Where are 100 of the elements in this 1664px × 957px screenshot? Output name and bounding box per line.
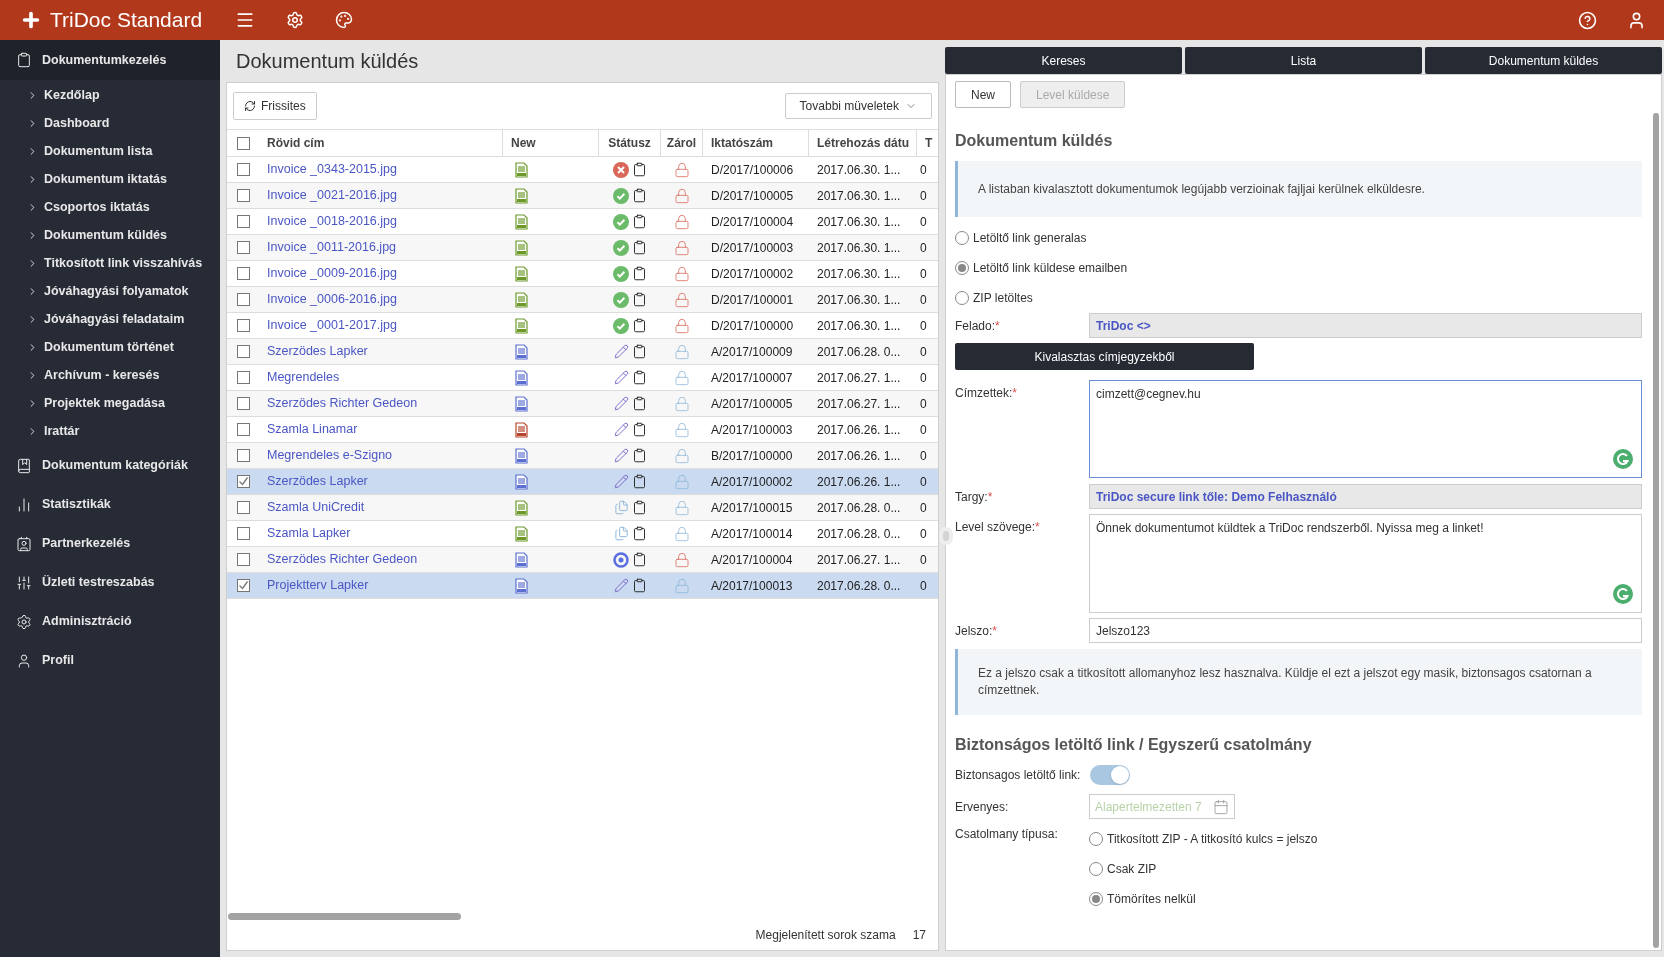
refresh-button[interactable]: Frissites: [233, 92, 317, 120]
document-link[interactable]: Szamla Linamar: [259, 420, 503, 439]
sidebar-item[interactable]: Jóváhagyási folyamatok: [0, 277, 220, 305]
table-row[interactable]: Projektterv Lapker A/2017/100013 2017.06.28. 0... 0: [227, 573, 938, 599]
column-header[interactable]: Létrehozás dátu: [809, 130, 917, 156]
table-row[interactable]: Szamla UniCredit A/2017/100015 2017.06.28. 0... 0: [227, 495, 938, 521]
document-link[interactable]: Szerzödes Lapker: [259, 472, 503, 491]
checkbox[interactable]: [236, 423, 250, 436]
document-link[interactable]: Szamla UniCredit: [259, 498, 503, 517]
document-link[interactable]: Invoice _0009-2016.jpg: [259, 264, 503, 283]
clipboard-icon[interactable]: [631, 500, 647, 515]
horizontal-scrollbar[interactable]: [228, 913, 461, 920]
checkbox[interactable]: [236, 293, 250, 306]
checkbox[interactable]: [236, 475, 250, 488]
tab[interactable]: Lista: [1185, 47, 1422, 74]
tab[interactable]: Dokumentum küldes: [1425, 47, 1662, 74]
radio-button[interactable]: [1089, 862, 1103, 876]
sidebar-section[interactable]: Profil: [0, 641, 220, 680]
sidebar-item[interactable]: Kezdőlap: [0, 81, 220, 109]
column-header[interactable]: T: [917, 130, 938, 156]
checkbox[interactable]: [236, 319, 250, 332]
sidebar-item[interactable]: Projektek megadása: [0, 389, 220, 417]
column-header[interactable]: Rövid cím: [259, 130, 503, 156]
more-actions-dropdown[interactable]: Tovabbi müveletek: [784, 93, 932, 119]
checkbox[interactable]: [236, 136, 250, 150]
table-row[interactable]: Megrendeles e-Szigno B/2017/100000 2017.06.26. 1... 0: [227, 443, 938, 469]
table-row[interactable]: Szerzödes Lapker A/2017/100009 2017.06.28. 0... 0: [227, 339, 938, 365]
sidebar-item[interactable]: Titkosított link visszahívás: [0, 249, 220, 277]
clipboard-icon[interactable]: [631, 344, 647, 359]
sidebar-item[interactable]: Dokumentum küldés: [0, 221, 220, 249]
grammar-check-icon[interactable]: [1613, 584, 1633, 604]
document-link[interactable]: Szerzödes Richter Gedeon: [259, 550, 503, 569]
help-icon[interactable]: [1578, 10, 1597, 30]
column-header[interactable]: Iktatószám: [703, 130, 809, 156]
vertical-scrollbar[interactable]: [1653, 113, 1659, 948]
pick-from-address-book-button[interactable]: Kivalasztas címjegyzekből: [955, 343, 1254, 370]
clipboard-icon[interactable]: [632, 266, 647, 281]
clipboard-icon[interactable]: [632, 552, 647, 567]
password-field[interactable]: Jelszo123: [1089, 618, 1642, 643]
table-row[interactable]: Invoice _0006-2016.jpg D/2017/100001 2017.06.30. 1... 0: [227, 287, 938, 313]
tab[interactable]: Kereses: [945, 47, 1182, 74]
checkbox[interactable]: [236, 371, 250, 384]
settings-icon[interactable]: [286, 11, 304, 29]
sidebar-section[interactable]: Dokumentumkezelés: [0, 40, 220, 80]
sidebar-item[interactable]: Dokumentum lista: [0, 137, 220, 165]
radio-button[interactable]: [955, 291, 969, 305]
column-header[interactable]: Zárol: [661, 130, 703, 156]
clipboard-icon[interactable]: [631, 396, 647, 411]
sidebar-item[interactable]: Dokumentum történet: [0, 333, 220, 361]
document-link[interactable]: Invoice _0001-2017.jpg: [259, 316, 503, 335]
column-header[interactable]: New: [503, 130, 599, 156]
radio-button[interactable]: [955, 231, 969, 245]
clipboard-icon[interactable]: [632, 214, 647, 229]
sidebar-section[interactable]: Dokumentum kategóriák: [0, 446, 220, 485]
checkbox[interactable]: [236, 449, 250, 462]
document-link[interactable]: Invoice _0343-2015.jpg: [259, 160, 503, 179]
column-header[interactable]: Státusz: [599, 130, 661, 156]
checkbox[interactable]: [236, 189, 250, 202]
checkbox[interactable]: [236, 501, 250, 514]
sidebar-item[interactable]: Csoportos iktatás: [0, 193, 220, 221]
table-row[interactable]: Invoice _0011-2016.jpg D/2017/100003 2017.06.30. 1... 0: [227, 235, 938, 261]
sidebar-item[interactable]: Jóváhagyási feladataim: [0, 305, 220, 333]
document-link[interactable]: Megrendeles: [259, 368, 503, 387]
document-link[interactable]: Invoice _0018-2016.jpg: [259, 212, 503, 231]
sidebar-item[interactable]: Archívum - keresés: [0, 361, 220, 389]
clipboard-icon[interactable]: [631, 370, 647, 385]
document-link[interactable]: Szerzödes Richter Gedeon: [259, 394, 503, 413]
document-link[interactable]: Invoice _0011-2016.jpg: [259, 238, 503, 257]
clipboard-icon[interactable]: [632, 162, 647, 177]
document-link[interactable]: Megrendeles e-Szigno: [259, 446, 503, 465]
checkbox[interactable]: [236, 345, 250, 358]
menu-icon[interactable]: [235, 10, 255, 30]
radio-button[interactable]: [1089, 892, 1103, 906]
clipboard-icon[interactable]: [631, 526, 647, 541]
message-field[interactable]: Önnek dokumentumot küldtek a TriDoc rendszerből. Nyissa meg a linket!: [1089, 514, 1642, 613]
sidebar-section[interactable]: Üzleti testreszabás: [0, 563, 220, 602]
clipboard-icon[interactable]: [631, 422, 647, 437]
table-row[interactable]: Szerzödes Richter Gedeon A/2017/100005 2017.06.27. 1... 0: [227, 391, 938, 417]
document-link[interactable]: Invoice _0021-2016.jpg: [259, 186, 503, 205]
clipboard-icon[interactable]: [631, 578, 647, 593]
clipboard-icon[interactable]: [631, 474, 647, 489]
sidebar-item[interactable]: Irattár: [0, 417, 220, 445]
toggle-switch[interactable]: [1090, 765, 1131, 785]
sidebar-item[interactable]: Dashboard: [0, 109, 220, 137]
action-button[interactable]: New: [955, 81, 1011, 108]
document-link[interactable]: Szamla Lapker: [259, 524, 503, 543]
grammar-check-icon[interactable]: [1613, 449, 1633, 469]
clipboard-icon[interactable]: [632, 292, 647, 307]
radio-button[interactable]: [955, 261, 969, 275]
document-link[interactable]: Projektterv Lapker: [259, 576, 503, 595]
table-row[interactable]: Szerzödes Richter Gedeon A/2017/100004 2017.06.27. 1... 0: [227, 547, 938, 573]
clipboard-icon[interactable]: [632, 240, 647, 255]
checkbox[interactable]: [236, 241, 250, 254]
splitter-handle[interactable]: [939, 527, 953, 545]
checkbox[interactable]: [236, 553, 250, 566]
document-link[interactable]: Invoice _0006-2016.jpg: [259, 290, 503, 309]
checkbox[interactable]: [236, 579, 250, 592]
sidebar-section[interactable]: Statisztikák: [0, 485, 220, 524]
clipboard-icon[interactable]: [632, 188, 647, 203]
document-link[interactable]: Szerzödes Lapker: [259, 342, 503, 361]
